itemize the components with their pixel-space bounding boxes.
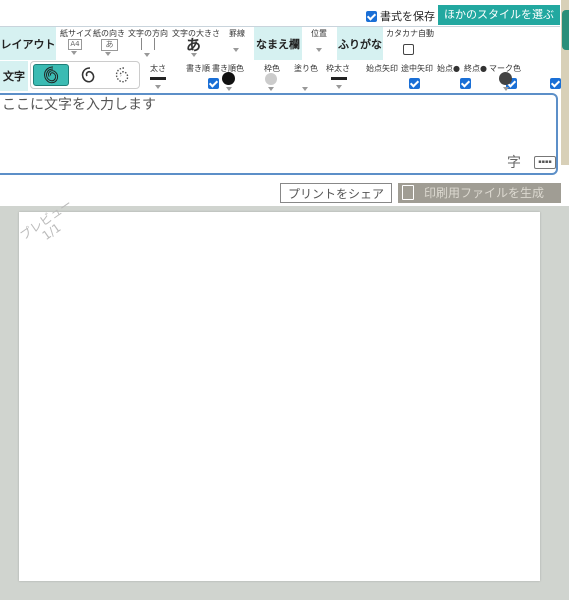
end-dot-label: 終点● [464,64,487,73]
frame-thickness-dropdown-icon[interactable] [336,85,342,89]
text-direction-icon[interactable] [141,38,155,50]
save-format-option[interactable]: 書式を保存 [366,8,435,24]
thickness-icon[interactable] [150,77,166,80]
paper-size-icon[interactable]: A4 [68,39,82,50]
mid-arrow-checkbox[interactable] [460,78,472,89]
handwriting-icon[interactable]: 字 [507,152,521,172]
position-dropdown-icon[interactable] [316,48,322,52]
paper-orientation-dropdown-icon[interactable] [105,52,111,56]
paper-orientation-icon[interactable]: あ [101,39,118,51]
layout-section-label: レイアウト [0,27,56,60]
start-dot-label: 始点● [437,64,460,73]
keyboard-icon[interactable]: ▪▪▪▪ [534,156,556,169]
thickness-label: 太さ [150,64,166,73]
katakana-auto-label: カタカナ自動 [386,29,434,38]
stroke-style-dotted-button[interactable] [105,62,139,88]
solid-stroke-icon [81,67,95,83]
mark-color-swatch[interactable] [499,72,512,85]
text-size-dropdown-icon[interactable] [191,53,197,57]
side-panel-tab[interactable] [562,10,569,50]
katakana-auto-checkbox[interactable] [403,44,414,55]
paper-orientation-label: 紙の向き [93,29,125,38]
paper-size-dropdown-icon[interactable] [71,51,77,55]
stroke-style-outline-button[interactable] [33,64,69,86]
end-dot-checkbox[interactable] [550,78,562,89]
stroke-order-checkbox[interactable] [208,78,220,89]
mid-arrow-label: 途中矢印 [401,64,433,73]
stroke-order-color-dropdown-icon[interactable] [226,87,232,91]
preview-paper [19,212,540,581]
frame-color-dropdown-icon[interactable] [268,87,274,91]
start-arrow-label: 始点矢印 [366,64,398,73]
start-arrow-checkbox[interactable] [409,78,421,89]
other-style-button[interactable]: ほかのスタイルを選ぶ [438,5,560,25]
name-section-label: なまえ欄 [254,27,302,60]
stroke-order-label: 書き順 [186,64,210,73]
furigana-section-label: ふりがな [337,27,383,60]
file-icon [402,185,414,200]
outline-stroke-icon [44,66,59,84]
dotted-stroke-icon [115,67,129,83]
fill-color-label: 塗り色 [294,64,318,73]
generate-file-button[interactable]: 印刷用ファイルを生成 [398,183,561,203]
paper-size-label: 紙サイズ [60,29,92,38]
stroke-order-color-swatch[interactable] [222,72,235,85]
ruled-lines-dropdown-icon[interactable] [233,48,239,52]
stroke-style-group [30,61,140,89]
position-label: 位置 [311,29,327,38]
fill-color-dropdown-icon[interactable] [302,87,308,91]
ruled-lines-label: 罫線 [229,29,245,38]
save-format-label: 書式を保存 [380,10,435,23]
share-print-button[interactable]: プリントをシェア [280,183,392,203]
text-size-icon[interactable]: あ [186,34,201,55]
thickness-dropdown-icon[interactable] [155,85,161,89]
save-format-checkbox[interactable] [366,10,377,22]
text-direction-dropdown-icon[interactable] [144,53,150,57]
frame-thickness-icon[interactable] [331,77,347,80]
text-input-placeholder: ここに文字を入力します [2,97,156,113]
frame-thickness-label: 枠太さ [326,64,350,73]
text-section-label: 文字 [0,61,28,91]
frame-color-swatch[interactable] [265,73,277,85]
stroke-style-solid-button[interactable] [71,62,105,88]
mark-color-dropdown-icon[interactable] [503,87,509,91]
